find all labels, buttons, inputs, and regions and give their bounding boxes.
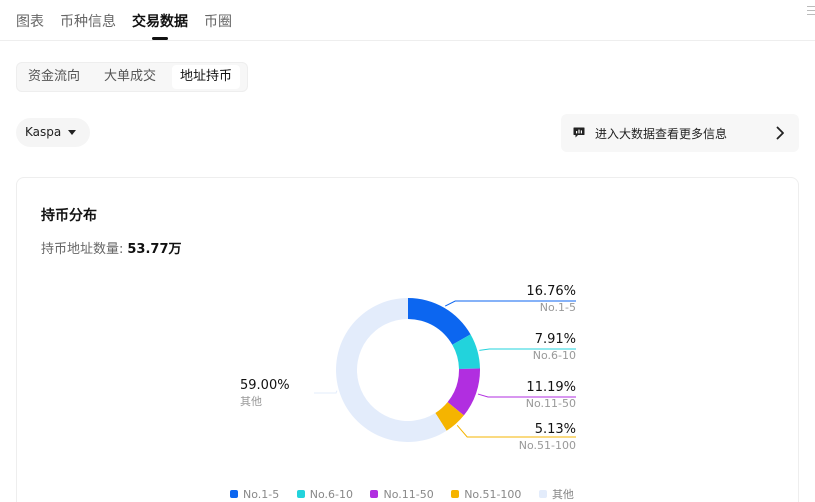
segment-label-no6-10: 7.91% No.6-10 <box>533 332 576 363</box>
segment-value: 59.00% <box>240 378 290 393</box>
legend-swatch <box>538 490 547 498</box>
segment-name: No.51-100 <box>518 439 576 452</box>
legend-swatch <box>370 490 379 498</box>
legend-swatch <box>296 490 305 498</box>
segment-value: 16.76% <box>526 284 576 299</box>
legend-label: No.51-100 <box>464 488 522 501</box>
legend-item-no51-100[interactable]: No.51-100 <box>451 488 521 501</box>
leader-line-other <box>314 390 338 394</box>
legend-label: No.6-10 <box>309 488 353 501</box>
legend-label: No.11-50 <box>383 488 434 501</box>
segment-label-no1-5: 16.76% No.1-5 <box>526 284 576 315</box>
holding-donut-chart <box>314 298 576 442</box>
segment-name: No.11-50 <box>525 397 576 410</box>
legend-item-no6-10[interactable]: No.6-10 <box>296 488 353 501</box>
slice-no1-5[interactable] <box>408 298 471 345</box>
segment-label-no11-50: 11.19% No.11-50 <box>526 380 576 411</box>
segment-value: 11.19% <box>526 380 576 395</box>
segment-label-no51-100: 5.13% No.51-100 <box>519 422 576 453</box>
segment-value: 7.91% <box>534 332 576 347</box>
segment-value: 5.13% <box>534 422 576 437</box>
legend-item-other[interactable]: 其他 <box>538 486 574 502</box>
segment-name: No.1-5 <box>539 301 576 314</box>
legend-item-no11-50[interactable]: No.11-50 <box>370 488 434 501</box>
legend-item-no1-5[interactable]: No.1-5 <box>230 488 279 501</box>
legend-label: 其他 <box>551 488 574 501</box>
segment-label-other: 59.00% 其他 <box>240 378 290 409</box>
legend-swatch <box>230 490 238 498</box>
segment-name: 其他 <box>240 395 262 408</box>
legend-label: No.1-5 <box>243 488 280 501</box>
chart-legend: No.1-5 No.6-10 No.11-50 No.51-100 其他 <box>230 486 588 502</box>
legend-swatch <box>451 490 460 498</box>
segment-name: No.6-10 <box>532 349 576 362</box>
